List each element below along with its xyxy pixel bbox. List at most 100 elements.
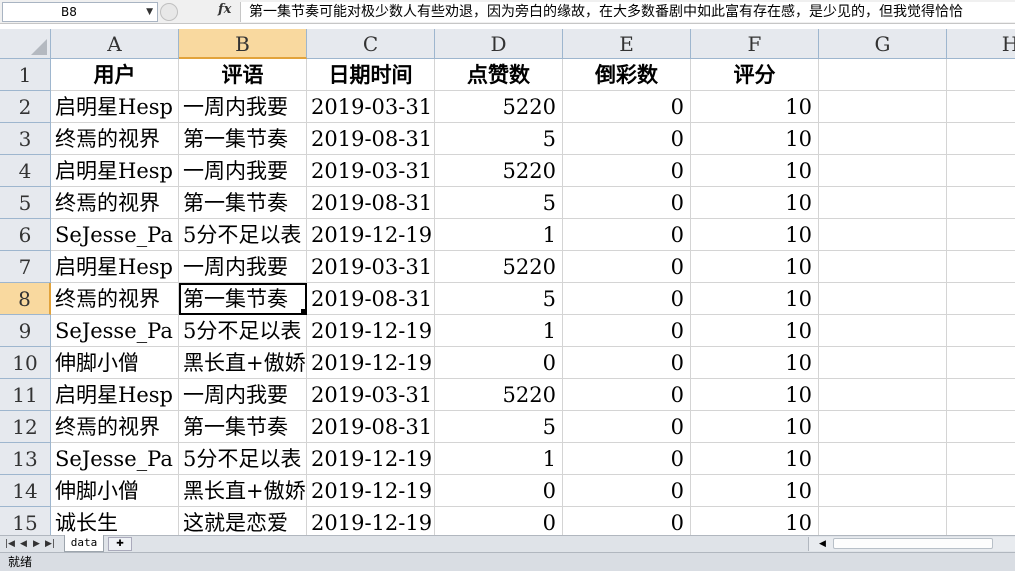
row-header-4[interactable]: 4 [0,155,51,187]
cell-b10[interactable]: 黑长直+傲娇 [179,347,307,379]
horizontal-scrollbar[interactable]: ◀ [808,537,1015,551]
cell-h13[interactable] [947,443,1015,475]
row-header-14[interactable]: 14 [0,475,51,507]
cell-e7[interactable]: 0 [563,251,691,283]
column-header-c[interactable]: C [307,29,435,59]
cell-e6[interactable]: 0 [563,219,691,251]
cell-g5[interactable] [819,187,947,219]
cell-c1[interactable]: 日期时间 [307,59,435,91]
cell-d9[interactable]: 1 [435,315,563,347]
cell-b1[interactable]: 评语 [179,59,307,91]
cell-c9[interactable]: 2019-12-19 [307,315,435,347]
cell-c3[interactable]: 2019-08-31 [307,123,435,155]
insert-function-icon[interactable]: fx [218,2,231,17]
cell-d14[interactable]: 0 [435,475,563,507]
cell-e8[interactable]: 0 [563,283,691,315]
cell-e15[interactable]: 0 [563,507,691,535]
cell-c4[interactable]: 2019-03-31 [307,155,435,187]
cell-h11[interactable] [947,379,1015,411]
cell-e12[interactable]: 0 [563,411,691,443]
cell-e11[interactable]: 0 [563,379,691,411]
cell-d6[interactable]: 1 [435,219,563,251]
cell-b4[interactable]: 一周内我要 [179,155,307,187]
cell-h5[interactable] [947,187,1015,219]
cell-a13[interactable]: SeJesse_Pa [51,443,179,475]
cell-c5[interactable]: 2019-08-31 [307,187,435,219]
cell-b5[interactable]: 第一集节奏 [179,187,307,219]
row-header-15[interactable]: 15 [0,507,51,535]
cell-e1[interactable]: 倒彩数 [563,59,691,91]
column-header-e[interactable]: E [563,29,691,59]
column-header-g[interactable]: G [819,29,947,59]
cell-h9[interactable] [947,315,1015,347]
cell-a11[interactable]: 启明星Hesp [51,379,179,411]
cell-c6[interactable]: 2019-12-19 [307,219,435,251]
prev-sheet-icon[interactable]: ◀ [20,536,27,552]
cell-g11[interactable] [819,379,947,411]
cell-f14[interactable]: 10 [691,475,819,507]
chevron-down-icon[interactable]: ▼ [146,3,153,21]
cell-a10[interactable]: 伸脚小僧 [51,347,179,379]
cell-a9[interactable]: SeJesse_Pa [51,315,179,347]
name-box[interactable]: B8 ▼ [2,2,158,22]
cell-d3[interactable]: 5 [435,123,563,155]
cell-f13[interactable]: 10 [691,443,819,475]
cell-h14[interactable] [947,475,1015,507]
cell-h7[interactable] [947,251,1015,283]
row-header-10[interactable]: 10 [0,347,51,379]
scroll-left-icon[interactable]: ◀ [819,537,826,551]
sheet-tab-data[interactable]: data [64,535,104,552]
cell-h1[interactable] [947,59,1015,91]
cell-b8[interactable]: 第一集节奏 [179,283,307,315]
cell-a7[interactable]: 启明星Hesp [51,251,179,283]
cell-a12[interactable]: 终焉的视界 [51,411,179,443]
cell-f7[interactable]: 10 [691,251,819,283]
cell-f3[interactable]: 10 [691,123,819,155]
cell-h10[interactable] [947,347,1015,379]
cell-f10[interactable]: 10 [691,347,819,379]
cell-b3[interactable]: 第一集节奏 [179,123,307,155]
cell-f12[interactable]: 10 [691,411,819,443]
column-header-f[interactable]: F [691,29,819,59]
cell-b12[interactable]: 第一集节奏 [179,411,307,443]
cell-f6[interactable]: 10 [691,219,819,251]
cell-f1[interactable]: 评分 [691,59,819,91]
cell-g10[interactable] [819,347,947,379]
cell-e14[interactable]: 0 [563,475,691,507]
cell-a2[interactable]: 启明星Hesp [51,91,179,123]
first-sheet-icon[interactable]: |◀ [5,536,15,552]
cell-b9[interactable]: 5分不足以表 [179,315,307,347]
cell-d13[interactable]: 1 [435,443,563,475]
cell-a8[interactable]: 终焉的视界 [51,283,179,315]
row-header-6[interactable]: 6 [0,219,51,251]
cell-g12[interactable] [819,411,947,443]
cell-e4[interactable]: 0 [563,155,691,187]
cell-f11[interactable]: 10 [691,379,819,411]
cell-g9[interactable] [819,315,947,347]
cell-g2[interactable] [819,91,947,123]
cell-a6[interactable]: SeJesse_Pa [51,219,179,251]
row-header-13[interactable]: 13 [0,443,51,475]
row-header-5[interactable]: 5 [0,187,51,219]
cell-b13[interactable]: 5分不足以表 [179,443,307,475]
column-header-b[interactable]: B [179,29,307,59]
column-header-d[interactable]: D [435,29,563,59]
row-header-2[interactable]: 2 [0,91,51,123]
cell-h2[interactable] [947,91,1015,123]
cell-h15[interactable] [947,507,1015,535]
cell-c2[interactable]: 2019-03-31 [307,91,435,123]
cell-b14[interactable]: 黑长直+傲娇 [179,475,307,507]
row-header-7[interactable]: 7 [0,251,51,283]
cell-c11[interactable]: 2019-03-31 [307,379,435,411]
cell-f8[interactable]: 10 [691,283,819,315]
cell-d12[interactable]: 5 [435,411,563,443]
cell-f15[interactable]: 10 [691,507,819,535]
cell-g4[interactable] [819,155,947,187]
cell-a4[interactable]: 启明星Hesp [51,155,179,187]
cell-g14[interactable] [819,475,947,507]
cell-d15[interactable]: 0 [435,507,563,535]
cell-b2[interactable]: 一周内我要 [179,91,307,123]
cell-b11[interactable]: 一周内我要 [179,379,307,411]
select-all-button[interactable] [0,29,51,59]
cell-d4[interactable]: 5220 [435,155,563,187]
